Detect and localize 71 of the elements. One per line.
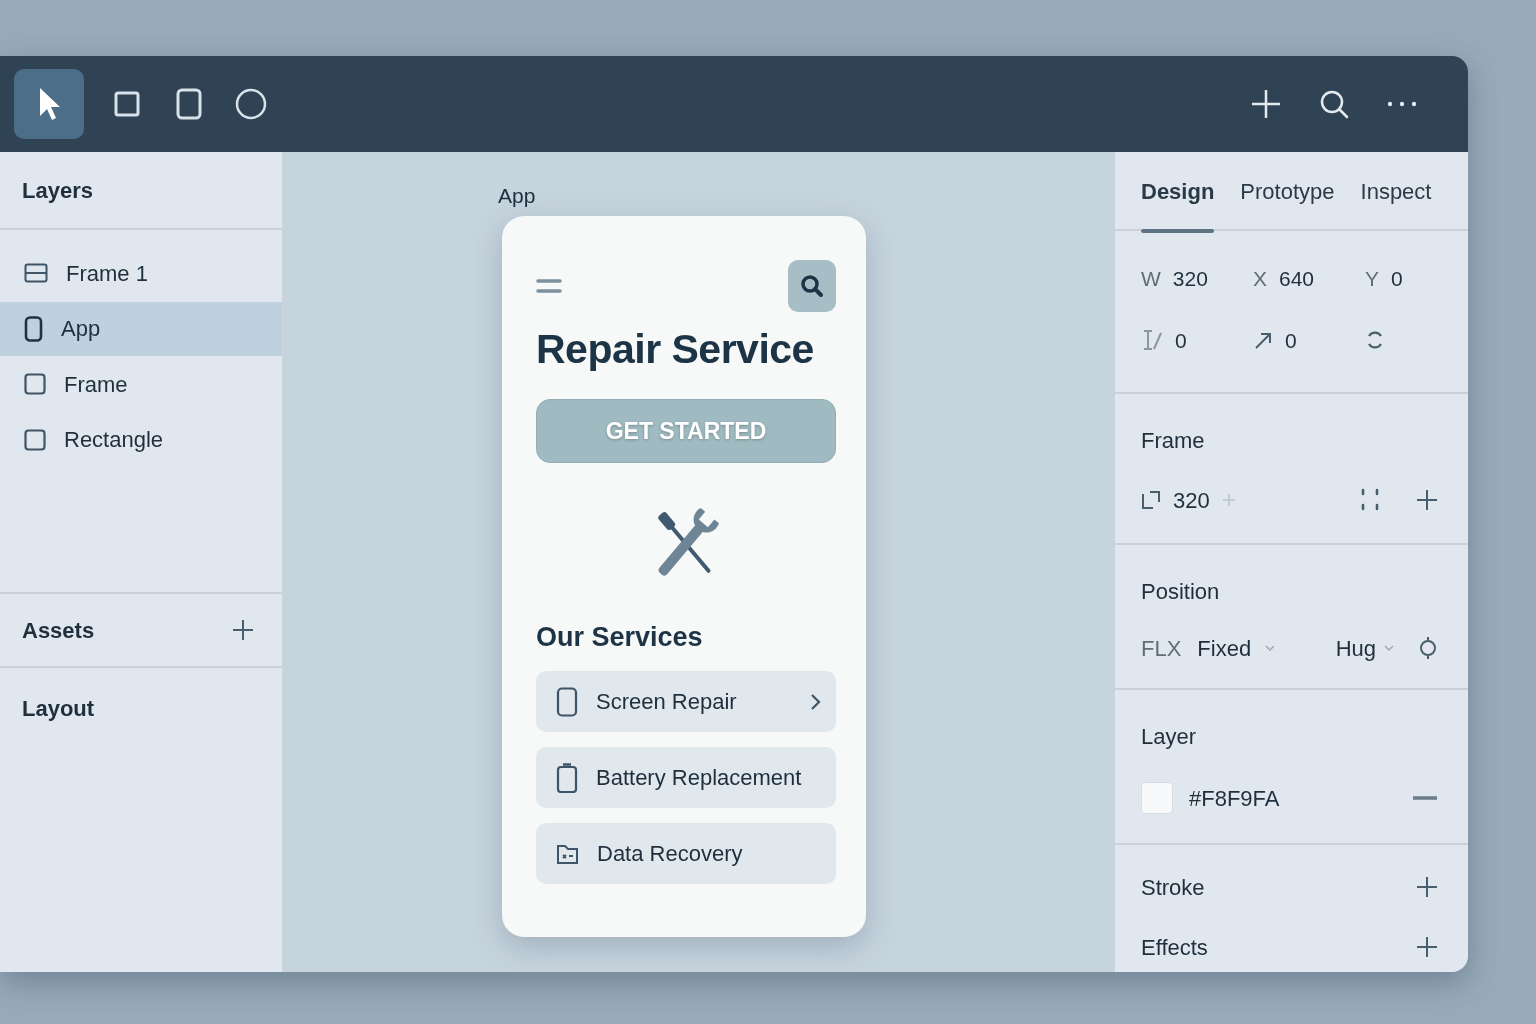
add-button[interactable] [1416,876,1438,898]
field-label: FLX [1141,634,1182,663]
section-title: Effects [1141,933,1208,962]
square-icon [24,373,46,395]
panel-title: Layers [22,176,93,205]
field-value[interactable]: 320 [1173,483,1210,517]
field-value[interactable]: 320 [1172,263,1208,295]
frame-label: App [497,183,537,209]
inspector-tab[interactable]: Design [1141,152,1215,231]
section-title: Frame [1141,427,1206,455]
field-label: Y [1365,266,1379,292]
field-value[interactable]: 0 [1285,324,1297,356]
device-icon [176,88,202,120]
layer-row[interactable]: Frame 1 [0,246,282,300]
phone-icon [556,686,578,717]
section-title: Layout [22,695,95,723]
remove-button[interactable] [1412,795,1438,801]
inspector-tab[interactable]: Prototype [1240,152,1335,231]
field-label: X [1253,266,1267,292]
fixed-dropdown[interactable]: Fixed [1197,631,1276,665]
add-button[interactable] [232,619,254,641]
caret-icon [1265,644,1276,652]
service-item[interactable]: Screen Repair [536,671,836,733]
device-icon [24,315,43,342]
layer-row[interactable]: Rectangle [0,412,282,467]
section-title: Layer [1141,723,1198,751]
search-icon [799,272,825,299]
plus-icon [1221,493,1236,507]
service-item[interactable]: Data Recovery [536,823,836,885]
more-icon [1387,101,1417,107]
layer-row[interactable]: Frame [0,357,282,411]
color-value[interactable]: #F8F9FA [1189,781,1280,815]
section-title: Our Services [536,620,704,654]
skew-icon [1141,328,1163,353]
target-icon [1418,635,1438,661]
plus-icon [1416,876,1438,898]
add-button[interactable] [1416,936,1438,958]
color-swatch[interactable] [1141,782,1173,814]
hug-dropdown[interactable]: Hug [1335,631,1394,665]
align-button[interactable] [1418,635,1438,661]
plus-icon [1416,489,1438,511]
search-button[interactable] [788,259,836,312]
plus-icon [1251,89,1281,119]
square-icon [114,91,140,117]
plus-icon [232,619,254,641]
chevron-icon [810,692,822,711]
minus-icon [1412,795,1438,801]
service-item[interactable]: Battery Replacement [536,747,836,809]
add-button[interactable] [1416,489,1438,511]
frame-icon [24,263,48,283]
field-value[interactable]: 640 [1279,263,1315,295]
inspector-tab[interactable]: Inspect [1360,152,1432,231]
resize-icon [1141,490,1161,510]
square-icon [24,428,46,451]
section-title: Stroke [1141,873,1205,902]
search-icon [1319,89,1349,119]
circle-icon [235,88,267,120]
field-value[interactable]: 0 [1175,324,1187,356]
constraints-icon [1360,488,1380,512]
battery-icon [556,762,578,793]
layer-row[interactable]: App [0,301,282,356]
app-title: Repair Service [536,324,815,374]
menu-button[interactable] [536,277,562,294]
tool-button[interactable] [14,69,84,139]
section-title: Assets [22,616,95,645]
field-label: W [1141,266,1161,292]
section-title: Position [1141,578,1221,606]
field-value[interactable]: 0 [1391,263,1403,295]
plus-icon [1416,936,1438,958]
caret-icon [1384,644,1394,652]
menu-icon [536,277,562,294]
